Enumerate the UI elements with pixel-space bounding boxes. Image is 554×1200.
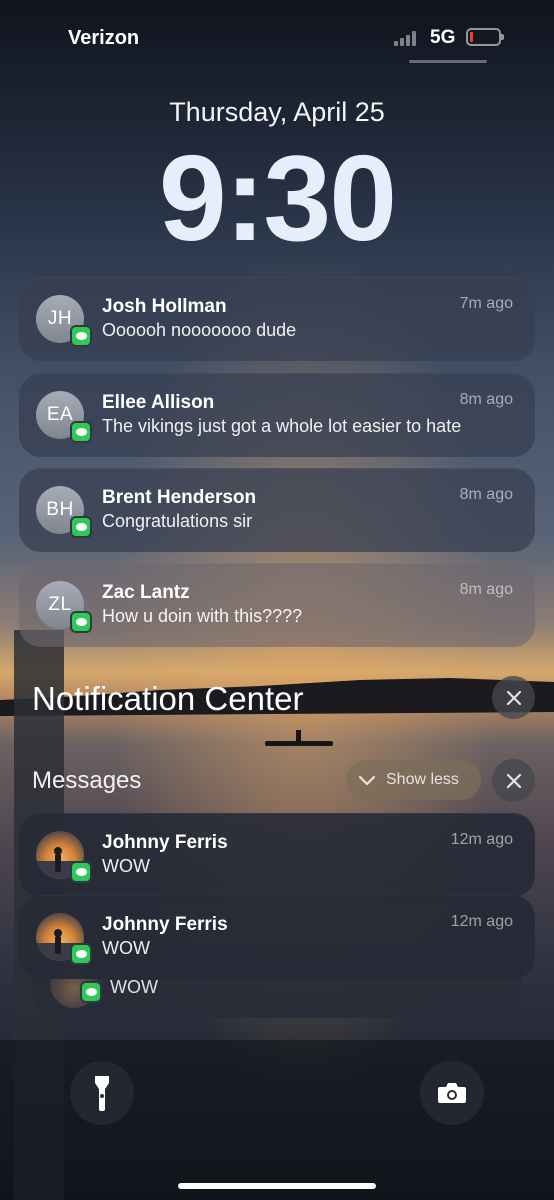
notification-card[interactable]: Johnny Ferris WOW 12m ago — [19, 813, 535, 897]
notification-time: 7m ago — [459, 295, 513, 312]
show-less-button[interactable]: Show less — [346, 760, 481, 800]
notification-sender: Johnny Ferris — [102, 914, 228, 935]
camera-button[interactable] — [420, 1061, 484, 1125]
cellular-signal-icon — [394, 30, 422, 46]
camera-icon — [438, 1083, 466, 1103]
close-icon — [506, 773, 521, 788]
notification-time: 8m ago — [459, 391, 513, 408]
notification-time: 8m ago — [459, 581, 513, 598]
notification-body: WOW — [102, 938, 150, 958]
notification-sender: Ellee Allison — [102, 392, 215, 413]
messages-icon — [70, 861, 92, 883]
notification-sender: Josh Hollman — [102, 296, 227, 317]
chevron-down-icon — [358, 775, 376, 786]
notification-body: The vikings just got a whole lot easier … — [102, 416, 462, 436]
close-icon — [506, 690, 521, 705]
clear-all-button[interactable] — [492, 676, 535, 719]
status-bar: Verizon 5G — [0, 0, 554, 80]
control-center-handle[interactable] — [409, 60, 487, 63]
messages-icon — [70, 421, 92, 443]
notification-body: WOW — [102, 856, 150, 876]
notification-sender: Zac Lantz — [102, 582, 190, 603]
notification-sender: Brent Henderson — [102, 487, 257, 508]
notification-body: WOW — [110, 977, 158, 997]
messages-icon — [80, 981, 102, 1003]
show-less-label: Show less — [386, 771, 459, 788]
notification-body: Oooooh nooooooo dude — [102, 320, 297, 340]
notification-card[interactable]: EA Ellee Allison The vikings just got a … — [19, 373, 535, 457]
notification-body: Congratulations sir — [102, 511, 253, 531]
battery-icon — [466, 28, 504, 46]
notification-card[interactable]: Johnny Ferris WOW 12m ago — [19, 895, 535, 979]
messages-icon — [70, 325, 92, 347]
notification-card[interactable]: JH Josh Hollman Oooooh nooooooo dude 7m … — [19, 277, 535, 361]
group-label: Messages — [32, 767, 142, 794]
home-indicator[interactable] — [178, 1183, 376, 1189]
network-type: 5G — [430, 27, 456, 48]
notification-card[interactable]: BH Brent Henderson Congratulations sir 8… — [19, 468, 535, 552]
messages-icon — [70, 611, 92, 633]
notification-time: 12m ago — [450, 831, 513, 848]
notification-sender: Johnny Ferris — [102, 832, 228, 853]
notification-time: 12m ago — [450, 913, 513, 930]
carrier-label: Verizon — [68, 27, 140, 49]
notification-time: 8m ago — [459, 486, 513, 503]
flashlight-button[interactable] — [70, 1061, 134, 1125]
lock-time: 9:30 — [158, 130, 397, 266]
notification-center-title: Notification Center — [32, 680, 304, 717]
lock-date: Thursday, April 25 — [169, 97, 385, 127]
flashlight-icon — [95, 1076, 109, 1111]
notification-card[interactable]: ZL Zac Lantz How u doin with this???? 8m… — [19, 563, 535, 647]
messages-icon — [70, 516, 92, 538]
messages-icon — [70, 943, 92, 965]
clear-group-button[interactable] — [492, 759, 535, 802]
notification-body: How u doin with this???? — [102, 606, 303, 626]
